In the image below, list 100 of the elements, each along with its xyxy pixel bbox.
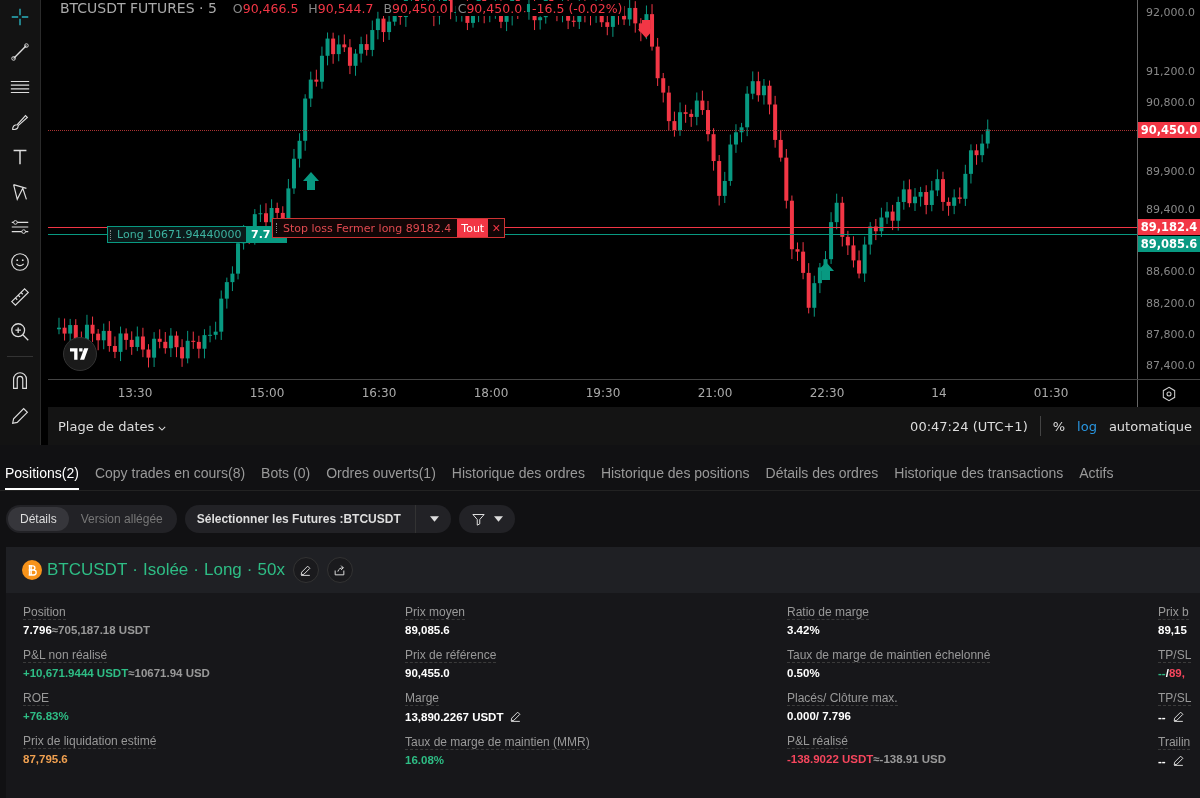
field-label: Prix moyen <box>405 605 466 620</box>
panel-tab[interactable]: Positions(2) <box>5 460 79 490</box>
field-value: +10,671.9444 USDT≈10671.94 USD <box>23 667 210 679</box>
field-label: Position <box>23 605 66 620</box>
time-tick: 19:30 <box>585 386 621 401</box>
field-label: Prix de liquidation estimé <box>23 734 157 749</box>
panel-tab[interactable]: Actifs <box>1079 460 1114 490</box>
trend-line-icon[interactable] <box>9 41 31 63</box>
sell-arrow-icon <box>638 20 654 38</box>
panel-tab[interactable]: Historique des ordres <box>451 460 585 490</box>
panel-tab[interactable]: Historique des positions <box>600 460 750 490</box>
ruler-icon[interactable] <box>9 286 31 308</box>
futures-dropdown[interactable]: Sélectionner les Futures :BTCUSDT <box>184 505 451 533</box>
field-label: TP/SL <box>1158 691 1192 706</box>
auto-scale-button[interactable]: automatique <box>1108 418 1192 434</box>
time-tick: 18:00 <box>473 386 509 401</box>
time-tick: 16:30 <box>361 386 397 401</box>
share-icon <box>333 563 347 577</box>
field-label: P&L réalisé <box>787 734 848 749</box>
coin-icon <box>22 560 42 580</box>
field-label: Taux de marge de maintien échelonné <box>787 648 991 663</box>
view-option[interactable]: Détails <box>8 507 69 531</box>
field-label: Ratio de marge <box>787 605 870 620</box>
field-label: Marge <box>405 691 439 706</box>
share-button[interactable] <box>326 557 353 583</box>
panel-tab[interactable]: Historique des transactions <box>894 460 1064 490</box>
field-value: 13,890.2267 USDT <box>405 710 504 723</box>
pencil-icon[interactable] <box>1171 754 1185 767</box>
clock-text: 00:47:24 (UTC+1) <box>910 418 1028 434</box>
panel-tab[interactable]: Détails des ordres <box>765 460 879 490</box>
field-value: -- <box>1158 754 1166 767</box>
filter-button[interactable] <box>458 505 515 533</box>
view-option[interactable]: Version allégée <box>68 507 175 531</box>
field-label: ROE <box>23 691 49 706</box>
smiley-icon[interactable] <box>9 251 31 273</box>
field-value: 16.08% <box>405 754 444 766</box>
close-all-button[interactable]: Tout <box>457 219 489 237</box>
field-label: Taux de marge de maintien (MMR) <box>405 735 590 750</box>
ohlc-value: H90,544.7 <box>306 1 376 16</box>
price-tick: 92,000.0 <box>1146 6 1195 19</box>
field-value: +76.83% <box>23 710 69 722</box>
field-value: -- <box>1158 710 1166 723</box>
percent-button[interactable]: % <box>1052 418 1066 434</box>
crosshair-icon[interactable] <box>9 6 31 28</box>
panel-tab[interactable]: Copy trades en cours(8) <box>94 460 246 490</box>
time-tick: 21:00 <box>697 386 733 401</box>
settings-icon[interactable] <box>1161 385 1177 402</box>
symbol-title: BTCUSDT FUTURES · 5 <box>58 0 219 16</box>
close-button[interactable]: × <box>488 220 505 236</box>
position-title: Isolée <box>142 560 189 580</box>
field-label: TP/SL <box>1158 648 1192 663</box>
price-tick: 87,400.0 <box>1146 359 1195 372</box>
field-value: 90,455.0 <box>405 667 450 679</box>
price-badge: 90,450.0 <box>1138 122 1200 138</box>
position-title: BTCUSDT <box>47 560 128 580</box>
pencil-icon[interactable] <box>509 710 523 723</box>
zoom-in-icon[interactable] <box>9 321 31 343</box>
time-tick: 01:30 <box>1033 386 1069 401</box>
edit-button[interactable] <box>292 557 319 583</box>
price-badge: 89,085.6 <box>1138 236 1200 252</box>
log-button[interactable]: log <box>1077 418 1097 434</box>
field-label: Prix b <box>1158 605 1189 620</box>
pencil-icon[interactable] <box>9 405 31 427</box>
pencil-icon[interactable] <box>1171 710 1185 723</box>
panel-tab[interactable]: Bots (0) <box>261 460 311 490</box>
price-tick: 88,200.0 <box>1146 297 1195 310</box>
chevron-down-icon <box>158 425 167 431</box>
price-tick: 91,200.0 <box>1146 65 1195 78</box>
time-tick: 15:00 <box>249 386 285 401</box>
dropdown-value: Sélectionner les Futures :BTCUSDT <box>196 505 416 533</box>
time-tick: 13:30 <box>117 386 153 401</box>
field-label: Placés/ Clôture max. <box>787 691 898 706</box>
ohlc-value: B90,450.0 <box>381 1 450 16</box>
field-value: 89,085.6 <box>405 624 450 636</box>
price-tick: 90,800.0 <box>1146 96 1195 109</box>
field-label: Trailin <box>1158 735 1191 750</box>
pencil-icon <box>299 563 313 577</box>
field-value: 0.50% <box>787 667 820 679</box>
panel-tab[interactable]: Ordres ouverts(1) <box>326 460 436 490</box>
field-label: Prix de référence <box>405 648 497 663</box>
buy-arrow-icon <box>818 262 834 280</box>
field-value: 0.000/ 7.796 <box>787 710 851 722</box>
price-tick: 89,400.0 <box>1146 203 1195 216</box>
position-title: Long <box>204 560 242 580</box>
time-tick: 14 <box>931 386 947 401</box>
price-tick: 87,800.0 <box>1146 328 1195 341</box>
field-value: 89,15 <box>1158 624 1187 636</box>
field-value: --/89, <box>1158 667 1185 679</box>
position-label-text: Long 10671.94440000 <box>117 228 242 241</box>
field-value: 87,795.6 <box>23 753 68 765</box>
field-value: -138.9022 USDT≈-138.91 USD <box>787 753 947 765</box>
chart-logo <box>63 337 97 371</box>
caret-icon <box>429 516 439 522</box>
ohlc-value: C90,450.0 <box>455 1 525 16</box>
field-label: P&L non réalisé <box>23 648 108 663</box>
date-range-button[interactable]: Plage de dates <box>58 418 167 434</box>
price-change: -16.5 (-0.02%) <box>530 1 625 16</box>
position-title: · <box>132 560 138 580</box>
position-line-label[interactable]: Long 10671.94440000 <box>107 226 247 243</box>
time-tick: 22:30 <box>809 386 845 401</box>
